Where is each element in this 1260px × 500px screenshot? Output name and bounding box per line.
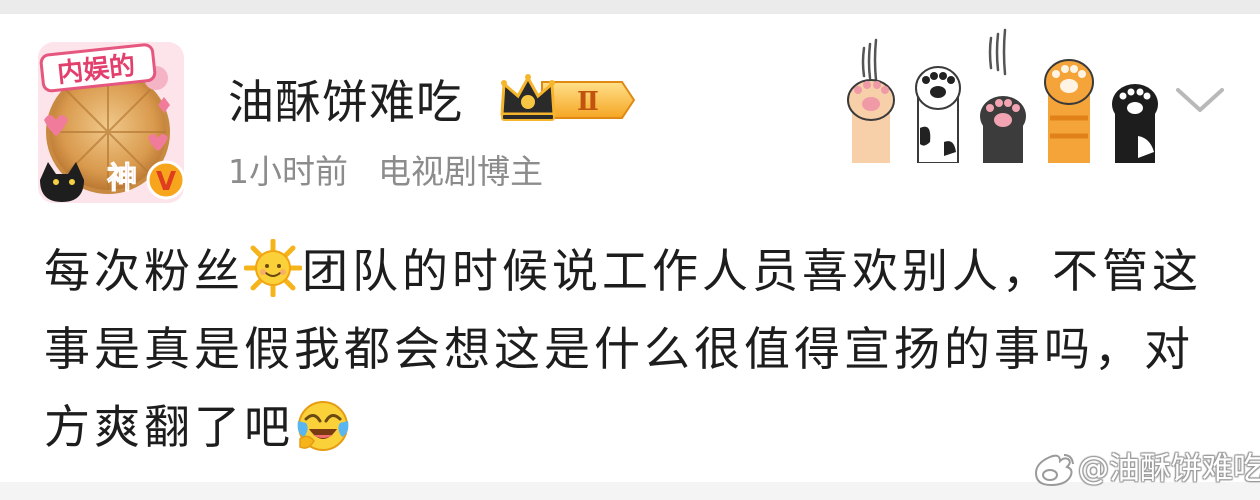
paw-3-icon bbox=[980, 96, 1026, 163]
post-content: 每次粉丝 团队的时候说工作人员喜欢别人，不管这事是真是假我都会想这是什么很值得宣… bbox=[44, 232, 1234, 466]
top-divider bbox=[0, 0, 1260, 14]
avatar-frame-text-bottom: 神 bbox=[107, 161, 137, 196]
user-title: 电视剧博主 bbox=[378, 152, 543, 191]
weibo-watermark: @油酥饼难吃 bbox=[1030, 447, 1260, 491]
paw-4-icon bbox=[1044, 59, 1094, 163]
laugh-cry-emoji-icon bbox=[294, 395, 352, 453]
crown-icon bbox=[500, 74, 556, 121]
post-meta: 1小时前 电视剧博主 bbox=[228, 150, 543, 194]
cat-paws-decoration bbox=[840, 18, 1170, 163]
username[interactable]: 油酥饼难吃 bbox=[228, 74, 463, 130]
sun-emoji-icon bbox=[244, 239, 302, 297]
verified-badge-icon: V bbox=[146, 160, 186, 200]
post-text-part-1: 每次粉丝 bbox=[44, 244, 244, 298]
badge-level-text: Ⅱ bbox=[577, 87, 599, 117]
paw-1-icon bbox=[847, 79, 895, 163]
vip-level-badge[interactable]: Ⅱ bbox=[498, 72, 638, 128]
timestamp: 1小时前 bbox=[228, 152, 348, 191]
weibo-logo-icon bbox=[1030, 449, 1076, 487]
watermark-text: @油酥饼难吃 bbox=[1078, 451, 1260, 487]
paw-5-icon bbox=[1112, 84, 1158, 163]
paw-2-icon bbox=[915, 66, 961, 163]
avatar[interactable]: 内娱的 神 V bbox=[36, 40, 186, 205]
chevron-down-icon[interactable] bbox=[1172, 82, 1228, 118]
svg-text:V: V bbox=[156, 167, 176, 197]
